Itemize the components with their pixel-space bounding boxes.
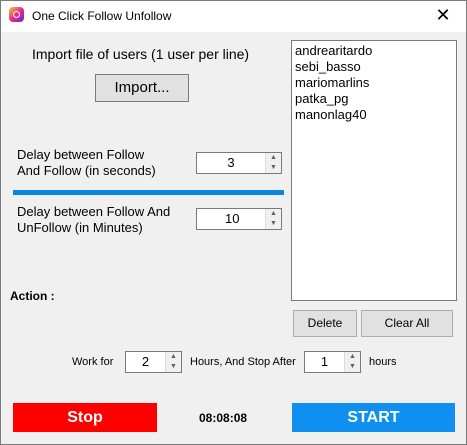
delay-unfollow-value[interactable]: 10 [225, 209, 239, 229]
delay-follow-label: Delay between Follow And Follow (in seco… [17, 147, 156, 179]
section-divider [13, 190, 284, 195]
list-item[interactable]: sebi_basso [295, 59, 453, 75]
action-label: Action : [10, 289, 55, 303]
start-button[interactable]: START [292, 403, 455, 432]
timer-display: 08:08:08 [199, 411, 248, 425]
spin-down-icon[interactable]: ▼ [166, 362, 181, 372]
import-label: Import file of users (1 user per line) [32, 46, 250, 62]
delay-unfollow-label-line1: Delay between Follow And [17, 204, 171, 219]
spin-up-icon[interactable]: ▲ [266, 153, 281, 163]
delay-unfollow-spin-buttons[interactable]: ▲ ▼ [265, 209, 281, 229]
import-button[interactable]: Import... [95, 74, 189, 102]
stop-after-spin-buttons[interactable]: ▲ ▼ [344, 352, 360, 372]
delay-follow-value[interactable]: 3 [197, 153, 265, 173]
stop-after-value[interactable]: 1 [305, 352, 344, 372]
delay-follow-label-line2: And Follow (in seconds) [17, 163, 156, 178]
list-item[interactable]: mariomarlins [295, 75, 453, 91]
list-item[interactable]: andrearitardo [295, 43, 453, 59]
hours-stop-after-label: Hours, And Stop After [190, 356, 296, 368]
spin-down-icon[interactable]: ▼ [345, 362, 360, 372]
users-listbox[interactable]: andrearitardo sebi_basso mariomarlins pa… [291, 40, 457, 301]
spin-down-icon[interactable]: ▼ [266, 219, 281, 229]
list-item[interactable]: patka_pg [295, 91, 453, 107]
spin-up-icon[interactable]: ▲ [345, 352, 360, 362]
list-item[interactable]: manonlag40 [295, 107, 453, 123]
delay-follow-spin-buttons[interactable]: ▲ ▼ [265, 153, 281, 173]
work-hours-spin-buttons[interactable]: ▲ ▼ [165, 352, 181, 372]
work-hours-stepper[interactable]: 2 ▲ ▼ [125, 351, 182, 373]
work-for-label: Work for [72, 356, 114, 368]
stop-after-stepper[interactable]: 1 ▲ ▼ [304, 351, 361, 373]
clear-all-button[interactable]: Clear All [361, 310, 453, 337]
window-title: One Click Follow Unfollow [32, 9, 172, 23]
title-bar[interactable]: One Click Follow Unfollow ✕ [1, 1, 466, 32]
work-hours-value[interactable]: 2 [126, 352, 165, 372]
delay-unfollow-label-line2: UnFollow (in Minutes) [17, 220, 143, 235]
app-window: One Click Follow Unfollow ✕ Import file … [0, 0, 467, 445]
delay-unfollow-stepper[interactable]: 10 ▲ ▼ [196, 208, 282, 230]
hours-label: hours [369, 356, 397, 368]
delay-follow-label-line1: Delay between Follow [17, 147, 145, 162]
delete-button[interactable]: Delete [293, 310, 357, 337]
close-icon[interactable]: ✕ [420, 1, 466, 32]
spin-up-icon[interactable]: ▲ [166, 352, 181, 362]
stop-button[interactable]: Stop [13, 403, 157, 432]
spin-up-icon[interactable]: ▲ [266, 209, 281, 219]
instagram-app-icon [9, 7, 24, 22]
spin-down-icon[interactable]: ▼ [266, 163, 281, 173]
delay-follow-stepper[interactable]: 3 ▲ ▼ [196, 152, 282, 174]
delay-unfollow-label: Delay between Follow And UnFollow (in Mi… [17, 204, 170, 236]
client-area: Import file of users (1 user per line) I… [1, 32, 466, 444]
